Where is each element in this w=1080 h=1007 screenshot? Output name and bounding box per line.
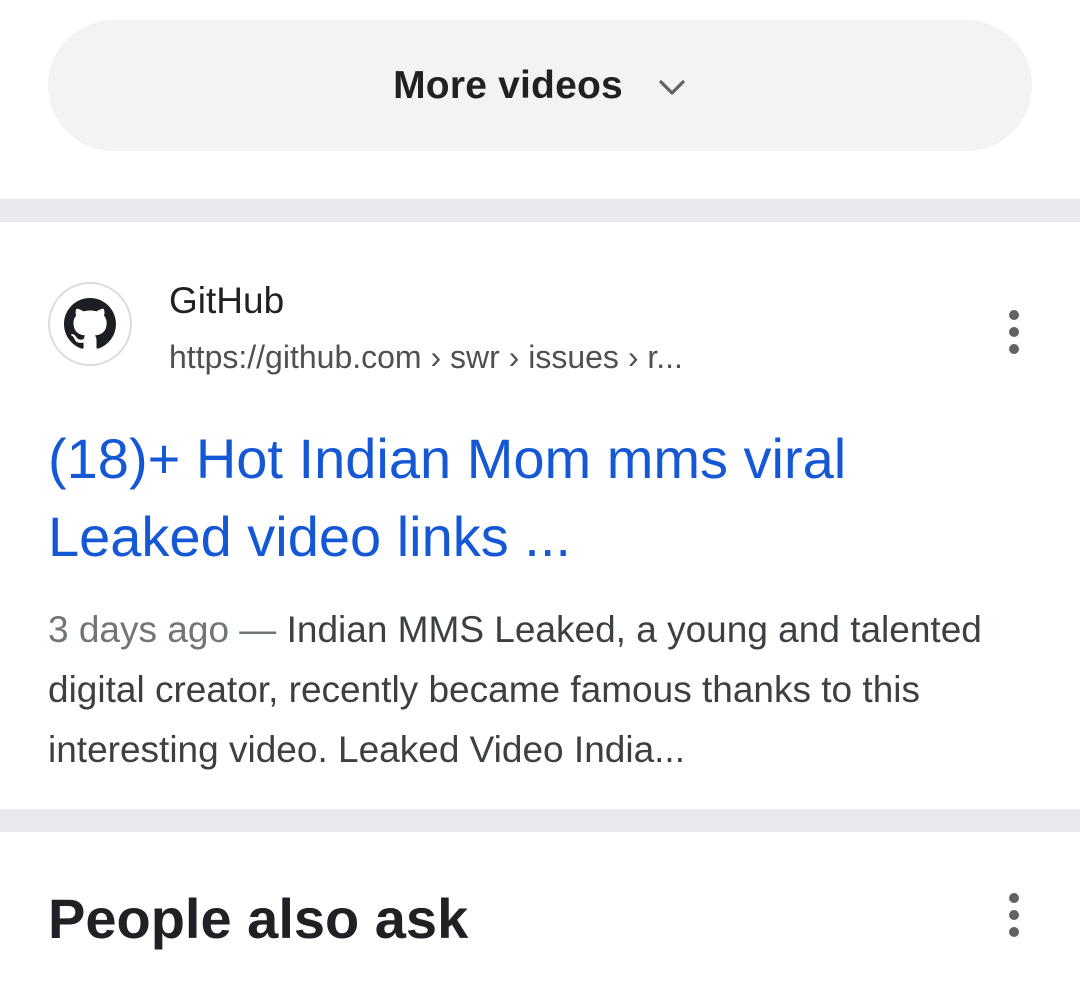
result-title-link[interactable]: (18)+ Hot Indian Mom mms viral Leaked vi…: [48, 420, 1008, 576]
more-vert-icon[interactable]: [1006, 893, 1022, 937]
snippet-separator: —: [229, 609, 287, 650]
site-url-breadcrumb[interactable]: https://github.com › swr › issues › r...: [169, 339, 683, 376]
snippet-date: 3 days ago: [48, 609, 230, 650]
section-divider: [0, 199, 1080, 222]
result-snippet: 3 days ago — Indian MMS Leaked, a young …: [48, 600, 1038, 780]
more-videos-button[interactable]: More videos: [48, 20, 1032, 151]
search-result: GitHub https://github.com › swr › issues…: [0, 222, 1080, 809]
search-results-page: More videos GitHub https://github.com › …: [0, 0, 1080, 1007]
result-title-line-1: (18)+ Hot Indian Mom mms viral: [48, 427, 847, 490]
section-divider: [0, 809, 1080, 832]
result-title-line-2: Leaked video links ...: [48, 505, 571, 568]
site-name[interactable]: GitHub: [169, 280, 284, 322]
more-videos-label: More videos: [393, 63, 623, 107]
site-favicon[interactable]: [48, 282, 132, 366]
chevron-down-icon: [659, 79, 685, 95]
more-vert-icon[interactable]: [1006, 310, 1022, 354]
github-icon: [64, 298, 116, 349]
people-also-ask-heading: People also ask: [48, 887, 469, 950]
